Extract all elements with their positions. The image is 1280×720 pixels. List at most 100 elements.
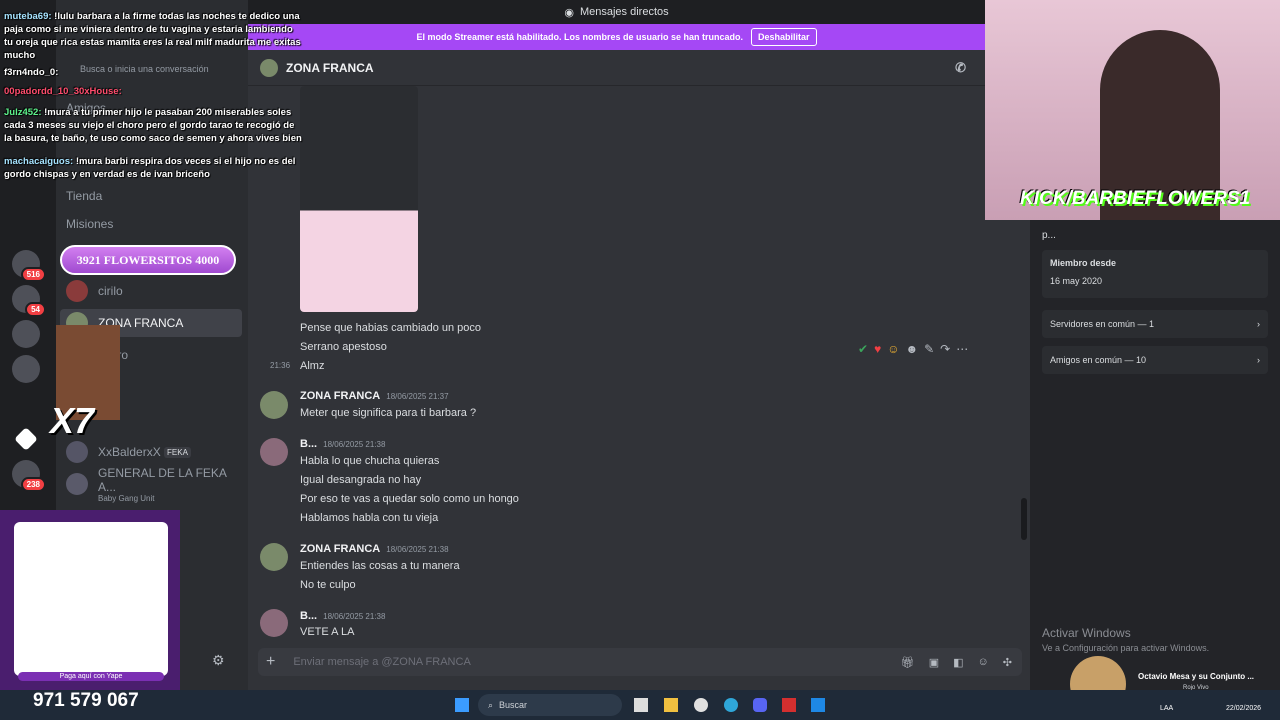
- chat-user: f3rn4ndo_0:: [4, 67, 59, 78]
- message-text: Por eso te vas a quedar solo como un hon…: [300, 493, 519, 505]
- edge-icon[interactable]: [724, 698, 738, 712]
- message-list: Pense que habias cambiado un poco Serran…: [248, 86, 1028, 640]
- message-text: Habla lo que chucha quieras: [300, 455, 440, 467]
- app-icon[interactable]: [694, 698, 708, 712]
- server-icon[interactable]: 238: [12, 460, 46, 492]
- edit-icon[interactable]: ✎: [924, 342, 934, 356]
- profile-panel: p... Miembro desde 16 may 2020 Servidore…: [1030, 220, 1280, 690]
- chevron-right-icon: ›: [1257, 319, 1260, 329]
- chat-message: f3rn4ndo_0:: [4, 66, 304, 79]
- message-author[interactable]: B...: [300, 610, 317, 622]
- message-author[interactable]: B...: [300, 438, 317, 450]
- message-composer[interactable]: + Enviar mensaje a @ZONA FRANCA 🎁︎ ▣ ◧ ☺…: [258, 648, 1022, 676]
- member-since-card: Miembro desde 16 may 2020: [1042, 250, 1268, 298]
- server-icon[interactable]: 516: [12, 250, 46, 282]
- folder-icon[interactable]: [664, 698, 678, 712]
- message-timestamp: 21:36: [270, 361, 291, 370]
- laugh-reaction-icon[interactable]: ☺: [887, 342, 899, 356]
- message-author[interactable]: ZONA FRANCA: [300, 543, 380, 555]
- forward-icon[interactable]: ↷: [940, 342, 950, 356]
- dm-item-sub: Baby Gang Unit: [98, 493, 155, 503]
- message-text: Pense que habias cambiado un poco: [300, 322, 482, 334]
- clan-tag: FEKA: [164, 446, 191, 458]
- avatar: [260, 391, 288, 419]
- message-timestamp: 18/06/2025 21:38: [323, 440, 386, 449]
- search-icon: ⌕: [488, 699, 494, 710]
- message-author[interactable]: ZONA FRANCA: [300, 390, 380, 402]
- dm-item-label: GENERAL DE LA FEKA A...: [98, 465, 227, 494]
- activate-windows-title: Activar Windows: [1042, 626, 1131, 640]
- app-icon[interactable]: [782, 698, 796, 712]
- avatar: [260, 609, 288, 637]
- server-icon[interactable]: 54: [12, 285, 46, 317]
- dm-item-label: cirilo: [98, 284, 123, 298]
- dm-item[interactable]: XxBalderxX FEKA: [60, 438, 242, 466]
- dm-item-label: XxBalderxX: [98, 445, 161, 459]
- message-timestamp: 18/06/2025 21:37: [386, 392, 449, 401]
- check-reaction-icon[interactable]: ✔: [858, 342, 868, 356]
- user-settings-gear-icon[interactable]: ⚙: [212, 652, 225, 669]
- avatar: [260, 438, 288, 466]
- message-text: Entiendes las cosas a tu manera: [300, 560, 460, 572]
- more-icon[interactable]: ⋯: [956, 342, 968, 356]
- discover-icon[interactable]: [14, 427, 38, 451]
- language-indicator[interactable]: LAA: [1160, 705, 1173, 712]
- gif-icon[interactable]: ▣: [929, 656, 939, 669]
- mutual-friends-row[interactable]: Amigos en común — 10 ›: [1042, 346, 1268, 374]
- member-since-label: Miembro desde: [1050, 258, 1117, 268]
- composer-placeholder: Enviar mensaje a @ZONA FRANCA: [293, 656, 471, 668]
- mutual-friends-label: Amigos en común — 10: [1050, 355, 1147, 365]
- call-icon[interactable]: ✆: [955, 60, 966, 76]
- chat-user: muteba69:: [4, 11, 52, 22]
- discord-icon[interactable]: [753, 698, 767, 712]
- unread-badge: 54: [25, 302, 46, 317]
- title-bar: ◉ Mensajes directos: [248, 0, 985, 24]
- server-icon[interactable]: [12, 355, 40, 383]
- heart-reaction-icon[interactable]: ♥: [874, 342, 881, 356]
- message-text: No te culpo: [300, 579, 356, 591]
- message-text: Almz: [300, 360, 325, 372]
- webcam-feed: KICK/BARBIEFLOWERS1: [985, 0, 1280, 220]
- scrollbar[interactable]: [1021, 498, 1027, 540]
- mutual-servers-row[interactable]: Servidores en común — 1 ›: [1042, 310, 1268, 338]
- windows-start-icon[interactable]: [455, 698, 469, 712]
- stream-chat-overlay: muteba69: !lulu barbara a la firme todas…: [0, 10, 304, 230]
- taskbar-search[interactable]: ⌕ Buscar: [478, 694, 622, 716]
- yape-payment-card: [0, 510, 180, 690]
- profile-name: p...: [1042, 230, 1056, 241]
- taskbar-search-label: Buscar: [499, 700, 528, 710]
- chat-message: muteba69: !lulu barbara a la firme todas…: [4, 10, 304, 62]
- apps-icon[interactable]: ✣: [1003, 656, 1012, 669]
- chat-message: 00padordd_10_30xHouse:: [4, 85, 304, 98]
- avatar: [66, 280, 88, 302]
- chat-message: Julz452: !mura a tu primer hijo le pasab…: [4, 106, 304, 145]
- channel-header: ZONA FRANCA ✆: [248, 50, 1028, 86]
- app-icon[interactable]: [811, 698, 825, 712]
- clock-date[interactable]: 22/02/2026: [1226, 705, 1261, 712]
- sticker-icon[interactable]: ◧: [953, 656, 963, 669]
- activate-windows-subtitle: Ve a Configuración para activar Windows.: [1042, 643, 1210, 653]
- banner-text: El modo Streamer está habilitado. Los no…: [416, 32, 744, 42]
- app-icon[interactable]: [634, 698, 648, 712]
- server-icon[interactable]: [12, 320, 40, 348]
- gift-icon[interactable]: 🎁︎: [901, 656, 915, 669]
- disable-streamer-button[interactable]: Deshabilitar: [751, 28, 817, 46]
- composer-tools: 🎁︎ ▣ ◧ ☺ ✣: [901, 656, 1012, 669]
- attached-image[interactable]: [300, 86, 418, 312]
- qr-code: [14, 522, 168, 676]
- add-attachment-icon[interactable]: +: [266, 653, 275, 671]
- chat-user: 00padordd_10_30xHouse:: [4, 86, 122, 97]
- dm-item[interactable]: cirilo: [60, 277, 242, 305]
- chat-user: machacaiguos:: [4, 156, 74, 167]
- add-reaction-icon[interactable]: ☻: [905, 342, 918, 356]
- media-title: Octavio Mesa y su Conjunto ...: [1138, 672, 1255, 681]
- avatar: [66, 473, 88, 495]
- message-text: Serrano apestoso: [300, 341, 387, 353]
- dm-item[interactable]: GENERAL DE LA FEKA A... Baby Gang Unit: [60, 466, 242, 503]
- message-text: Hablamos habla con tu vieja: [300, 512, 439, 524]
- emoji-icon[interactable]: ☺: [978, 656, 989, 669]
- window-title: Mensajes directos: [579, 6, 669, 18]
- mutual-servers-label: Servidores en común — 1: [1050, 319, 1155, 329]
- emote-multiplier: X7: [50, 400, 95, 441]
- message-timestamp: 18/06/2025 21:38: [386, 545, 449, 554]
